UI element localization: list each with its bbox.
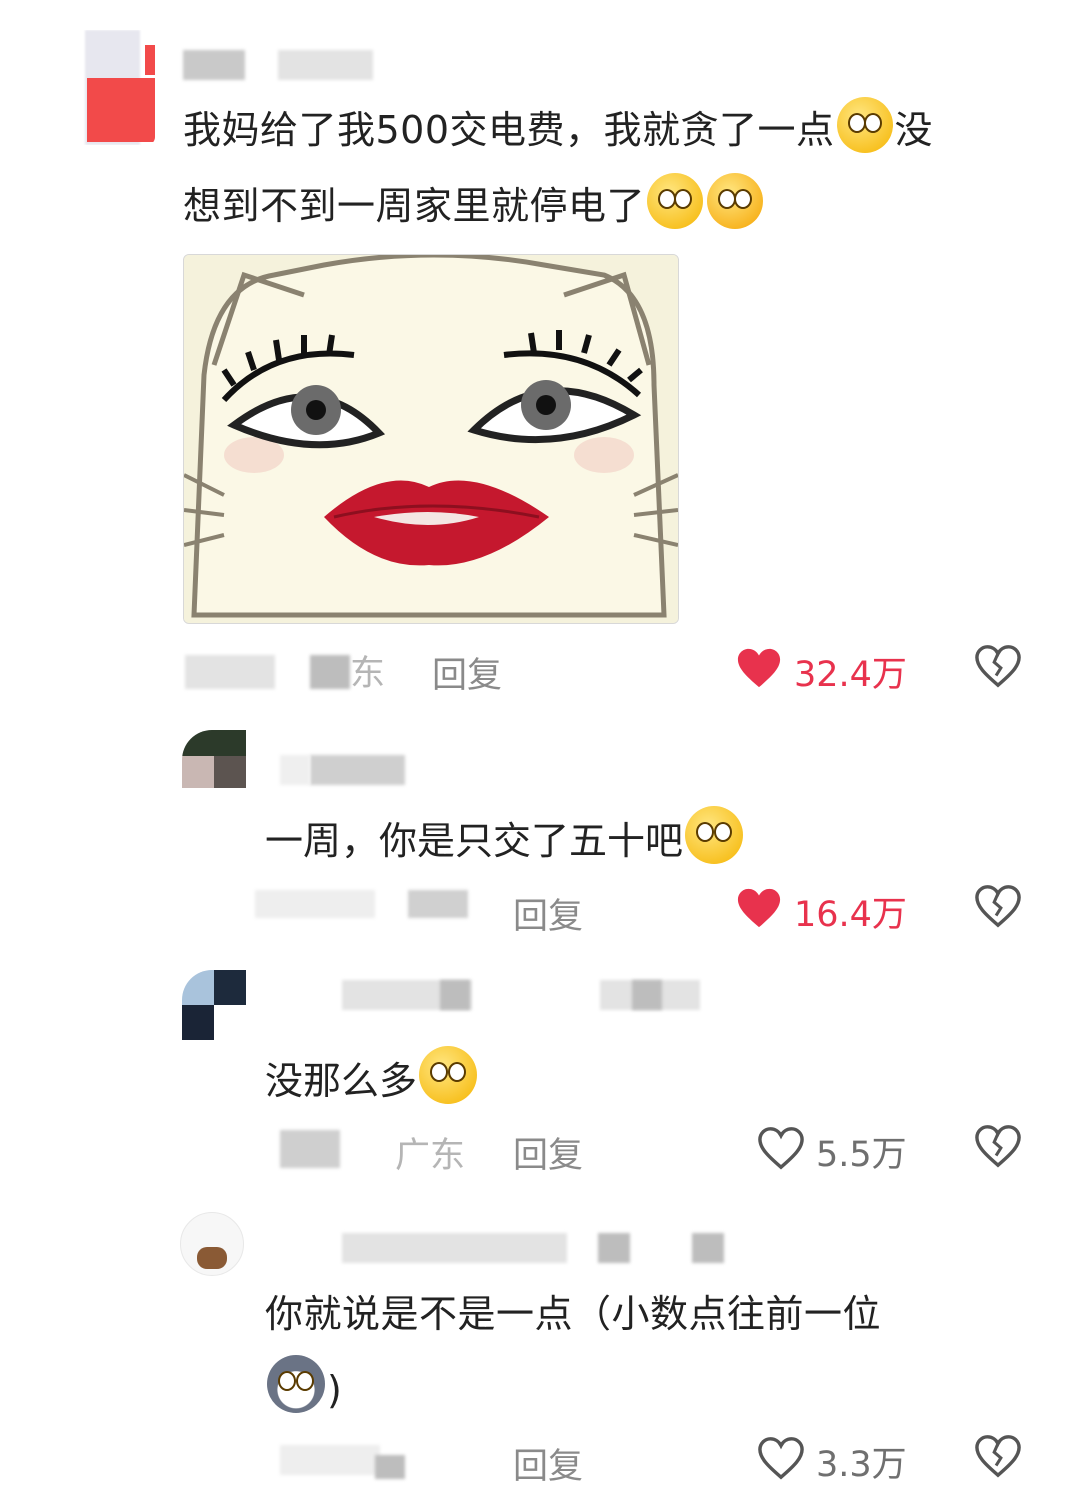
username-extra <box>440 980 470 1010</box>
broken-heart-icon <box>975 885 1021 928</box>
location-text: 广东 <box>395 1136 466 1176</box>
crying-laughing-emoji-icon <box>419 1046 478 1104</box>
dislike-button[interactable] <box>975 1124 1023 1170</box>
user-badge <box>692 1233 724 1263</box>
comment-text-line: 一周，你是只交了五十吧 <box>265 819 684 863</box>
cat-face-meme-picture <box>184 255 678 623</box>
username-extra <box>598 1233 630 1263</box>
broken-heart-icon <box>975 1125 1021 1168</box>
location <box>375 1455 405 1479</box>
username[interactable] <box>183 50 245 80</box>
heart-filled-icon <box>737 648 781 688</box>
dislike-button[interactable] <box>975 884 1023 930</box>
username[interactable] <box>310 755 405 785</box>
location <box>408 890 468 918</box>
eyes-rolling-emoji-icon <box>836 97 893 153</box>
dislike-button[interactable] <box>975 1434 1023 1480</box>
location-text: 东 <box>350 654 386 694</box>
comment-text-line: 我妈给了我500交电费，我就贪了一点 <box>183 108 835 152</box>
eyes-rolling-emoji-icon <box>647 173 704 229</box>
reply-button[interactable]: 回复 <box>513 1438 583 1489</box>
like-button[interactable]: 3.3万 <box>758 1434 918 1485</box>
avatar[interactable] <box>182 970 246 1040</box>
comment-text-line-end: ) <box>327 1368 343 1412</box>
broken-heart-icon <box>975 645 1021 688</box>
sweat-grin-emoji-icon <box>707 173 764 229</box>
comment-text-line-end: 没 <box>894 108 934 152</box>
like-count: 5.5万 <box>816 1135 907 1175</box>
comment-text-line: 想到不到一周家里就停电了 <box>183 184 646 228</box>
like-count: 3.3万 <box>816 1445 907 1485</box>
avatar[interactable] <box>180 1212 244 1276</box>
comment-text-line: 没那么多 <box>265 1059 418 1103</box>
comment-text: 你就说是不是一点（小数点往前一位 ) <box>265 1276 1045 1428</box>
broken-heart-icon <box>975 1435 1021 1478</box>
reply-button[interactable]: 回复 <box>513 1127 583 1178</box>
like-button[interactable]: 16.4万 <box>736 884 916 935</box>
like-count: 16.4万 <box>794 895 907 935</box>
husky-dog-emoji-icon <box>267 1355 325 1413</box>
user-badge-extra <box>632 980 662 1010</box>
comment-text: 一周，你是只交了五十吧 <box>265 806 745 865</box>
meme-image[interactable] <box>183 254 679 624</box>
heart-outline-icon <box>758 1437 804 1480</box>
avatar[interactable] <box>182 730 246 788</box>
user-badge <box>278 50 373 80</box>
like-button[interactable]: 32.4万 <box>736 644 916 695</box>
avatar[interactable] <box>55 30 155 145</box>
username[interactable] <box>342 1233 567 1263</box>
timestamp <box>280 1445 380 1475</box>
reply-button[interactable]: 回复 <box>432 647 502 698</box>
comment-text: 没那么多 <box>265 1046 479 1105</box>
location <box>310 655 350 689</box>
comment-text-line: 你就说是不是一点（小数点往前一位 <box>265 1292 882 1336</box>
heart-outline-icon <box>758 1127 804 1170</box>
like-count: 32.4万 <box>794 655 907 695</box>
username-extra <box>280 755 310 785</box>
grinning-sweat-emoji-icon <box>685 806 744 864</box>
like-button[interactable]: 5.5万 <box>758 1124 918 1175</box>
timestamp <box>280 1130 340 1168</box>
timestamp <box>185 655 275 689</box>
reply-button[interactable]: 回复 <box>513 888 583 939</box>
comment-text: 我妈给了我500交电费，我就贪了一点 没 想到不到一周家里就停电了 <box>183 92 1043 244</box>
timestamp <box>255 890 375 918</box>
dislike-button[interactable] <box>975 644 1023 690</box>
heart-filled-icon <box>737 888 781 928</box>
